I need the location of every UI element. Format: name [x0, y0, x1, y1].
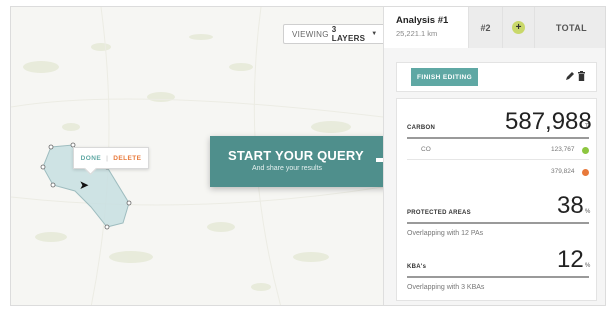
- carbon-row-divider: [407, 159, 589, 160]
- carbon-row2-value: 379,824: [551, 168, 575, 175]
- edit-tools: [565, 71, 586, 81]
- tab-analysis-1-area: 25,221.1 km: [396, 29, 438, 38]
- kba-unit: %: [585, 263, 591, 269]
- pencil-icon[interactable]: [565, 71, 575, 81]
- protected-areas-value: 38: [557, 192, 584, 219]
- query-title: START YOUR QUERY: [228, 148, 364, 163]
- protected-areas-note: Overlapping with 12 PAs: [407, 230, 484, 237]
- protected-areas-label: PROTECTED AREAS: [407, 210, 471, 216]
- layers-count: 3 LAYERS: [331, 25, 366, 43]
- protected-areas-divider: [407, 222, 589, 224]
- chevron-down-icon: ▼: [371, 31, 378, 37]
- tab-analysis-1[interactable]: Analysis #1 25,221.1 km: [384, 7, 468, 48]
- carbon-row1-label: CO: [421, 146, 431, 153]
- kba-value: 12: [557, 246, 584, 273]
- delete-button[interactable]: DELETE: [113, 155, 141, 162]
- analysis-tabs: Analysis #1 25,221.1 km #2 + TOTAL: [384, 7, 605, 48]
- finish-editing-button[interactable]: FINISH EDITING: [411, 68, 479, 86]
- carbon-divider: [407, 137, 589, 139]
- kba-label: KBA's: [407, 264, 427, 270]
- trash-icon[interactable]: [577, 71, 586, 81]
- polygon-edit-popup: DONE | DELETE: [73, 147, 149, 169]
- kba-divider: [407, 276, 589, 278]
- carbon-label: CARBON: [407, 125, 436, 131]
- protected-areas-unit: %: [585, 209, 591, 215]
- metrics-card: CARBON 587,988 T CO 123,767 379,824 PROT…: [396, 98, 597, 301]
- carbon-row1-dot: [582, 147, 589, 154]
- carbon-unit: T: [585, 124, 589, 130]
- add-icon: +: [512, 21, 525, 34]
- layers-prefix: VIEWING: [292, 29, 329, 39]
- tab-add[interactable]: +: [502, 7, 534, 48]
- carbon-row2-dot: [582, 169, 589, 176]
- layers-dropdown[interactable]: VIEWING 3 LAYERS ▼: [283, 24, 383, 44]
- done-button[interactable]: DONE: [81, 155, 101, 162]
- query-subtitle: And share your results: [252, 165, 323, 172]
- editing-toolbar: FINISH EDITING: [396, 62, 597, 92]
- carbon-value: 587,988: [505, 108, 592, 135]
- tab-analysis-2[interactable]: #2: [468, 7, 502, 48]
- app-frame: VIEWING 3 LAYERS ▼ DONE | DELETE ➤ START…: [10, 6, 606, 306]
- kba-note: Overlapping with 3 KBAs: [407, 284, 485, 291]
- popup-separator: |: [106, 154, 109, 162]
- tab-analysis-1-title: Analysis #1: [396, 15, 449, 26]
- carbon-row1-value: 123,767: [551, 146, 575, 153]
- tab-total[interactable]: TOTAL: [534, 7, 605, 48]
- mouse-pointer-icon: ➤: [79, 178, 90, 192]
- analysis-panel: Analysis #1 25,221.1 km #2 + TOTAL FINIS…: [383, 7, 605, 305]
